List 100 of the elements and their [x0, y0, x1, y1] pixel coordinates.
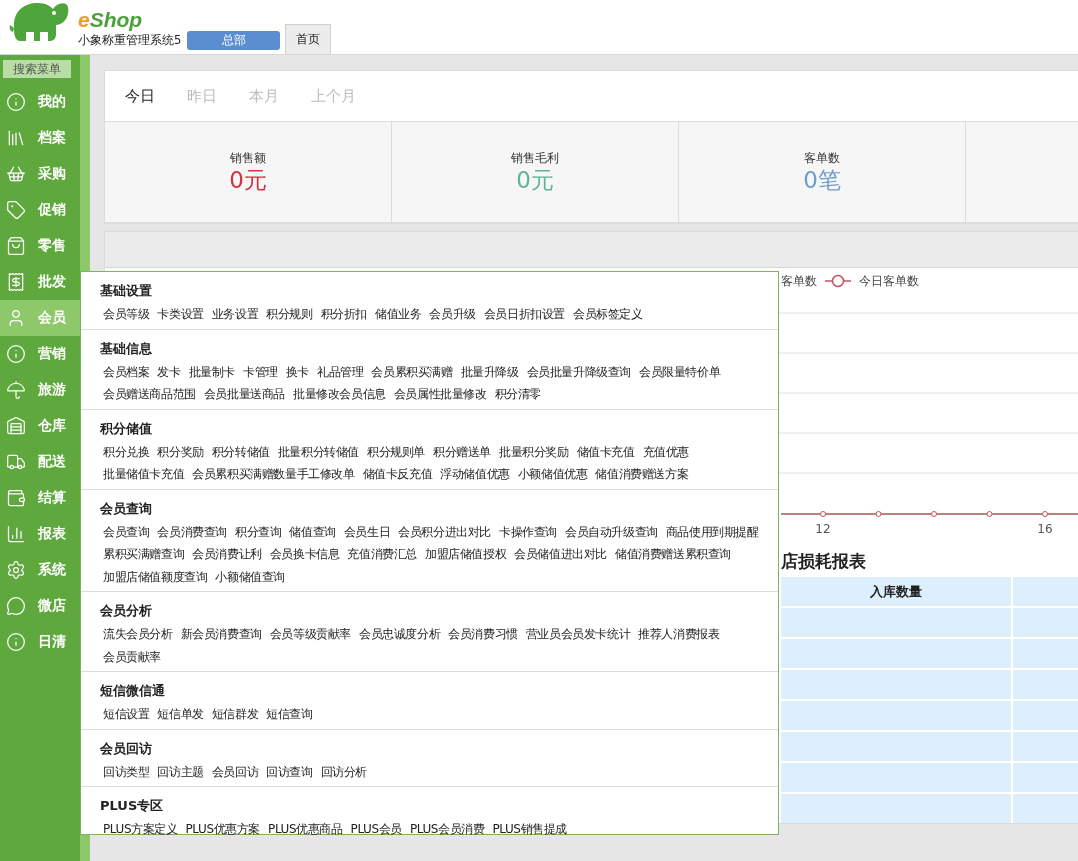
menu-link[interactable]: 会员累积买满赠数量手工修改单 — [192, 463, 355, 486]
menu-link[interactable]: 新会员消费查询 — [180, 623, 262, 646]
menu-link[interactable]: 会员升级 — [429, 303, 476, 326]
menu-link[interactable]: 会员赠送商品范围 — [103, 383, 196, 406]
receipt-icon — [6, 272, 26, 292]
menu-link[interactable]: 会员累积买满赠 — [371, 360, 453, 383]
menu-link[interactable]: 充值优惠 — [642, 440, 690, 463]
axis-label: 16 — [1037, 522, 1053, 536]
menu-link[interactable]: 会员消费让利 — [192, 543, 262, 566]
menu-link[interactable]: 业务设置 — [211, 303, 259, 326]
menu-link[interactable]: 会员积分进出对比 — [398, 520, 492, 543]
info-icon — [6, 632, 26, 652]
menu-link[interactable]: 储值卡充值 — [576, 440, 635, 463]
menu-link[interactable]: PLUS优惠商品 — [268, 818, 343, 841]
search-menu-button[interactable]: 搜索菜单 — [3, 60, 71, 78]
menu-link[interactable]: 短信设置 — [103, 703, 150, 726]
menu-link[interactable]: 营业员会员发卡统计 — [525, 623, 631, 646]
menu-link[interactable]: PLUS方案定义 — [103, 818, 178, 841]
menu-link[interactable]: 加盟店储值额度查询 — [103, 565, 208, 588]
binders-icon — [6, 128, 26, 148]
menu-link[interactable]: 会员自动升级查询 — [565, 520, 658, 543]
menu-link[interactable]: 会员限量特价单 — [639, 360, 721, 383]
menu-link[interactable]: 会员查询 — [103, 520, 150, 543]
menu-link[interactable]: 会员标签定义 — [573, 303, 643, 326]
menu-link[interactable]: 会员等级贡献率 — [269, 623, 351, 646]
menu-link[interactable]: 积分奖励 — [157, 440, 204, 463]
basket-icon — [6, 164, 26, 184]
menu-link[interactable]: 回访类型 — [103, 760, 150, 783]
menu-section-title: 基础设置 — [99, 282, 153, 300]
tag-icon — [6, 200, 26, 220]
menu-link[interactable]: 卡管理 — [243, 360, 278, 383]
menu-link[interactable]: 会员等级 — [103, 303, 150, 326]
menu-link[interactable]: 积分查询 — [235, 520, 282, 543]
menu-link[interactable]: 推荐人消费报表 — [638, 623, 720, 646]
menu-link[interactable]: 批量储值卡充值 — [103, 463, 185, 486]
menu-link[interactable]: 储值查询 — [289, 520, 336, 543]
menu-link[interactable]: 会员批量送商品 — [203, 383, 285, 406]
menu-link[interactable]: 礼品管理 — [317, 360, 364, 383]
menu-link[interactable]: 回访主题 — [157, 760, 204, 783]
menu-link[interactable]: 换卡 — [285, 360, 310, 383]
brand-name: eShop — [78, 8, 144, 32]
menu-link[interactable]: 会员储值进出对比 — [514, 543, 608, 566]
menu-link[interactable]: 会员消费习惯 — [448, 623, 518, 646]
menu-link[interactable]: 短信单发 — [157, 703, 204, 726]
menu-link[interactable]: 批量制卡 — [188, 360, 235, 383]
menu-link[interactable]: 会员贡献率 — [103, 645, 161, 668]
menu-link[interactable]: 会员忠诚度分析 — [359, 623, 441, 646]
menu-link[interactable]: 累积买满赠查询 — [103, 543, 185, 566]
menu-link[interactable]: 积分转储值 — [211, 440, 270, 463]
menu-link[interactable]: PLUS会员消费 — [409, 818, 485, 841]
menu-link[interactable]: PLUS会员 — [350, 818, 402, 841]
menu-link[interactable]: 回访分析 — [320, 760, 368, 783]
legend-label: 今日客单数 — [859, 272, 919, 290]
menu-link[interactable]: 积分折扣 — [320, 303, 368, 326]
menu-link[interactable]: 积分赠送单 — [433, 440, 492, 463]
menu-link[interactable]: 会员生日 — [343, 520, 391, 543]
menu-link[interactable]: 储值卡反充值 — [362, 463, 433, 486]
menu-link[interactable]: 批量积分奖励 — [499, 440, 569, 463]
menu-link[interactable]: 商品使用到期提醒 — [665, 520, 759, 543]
menu-link[interactable]: 发卡 — [157, 360, 181, 383]
menu-link[interactable]: 浮动储值优惠 — [440, 463, 510, 486]
legend-label: 客单数 — [781, 272, 817, 290]
menu-link[interactable]: 会员消费查询 — [157, 520, 227, 543]
menu-link[interactable]: 短信查询 — [266, 703, 313, 726]
menu-link[interactable]: 积分规则单 — [367, 440, 426, 463]
menu-link[interactable]: 储值业务 — [375, 303, 422, 326]
menu-link[interactable]: 会员换卡信息 — [269, 543, 340, 566]
menu-link[interactable]: 短信群发 — [211, 703, 259, 726]
menu-link[interactable]: 批量积分转储值 — [277, 440, 360, 463]
menu-link[interactable]: 卡操作查询 — [499, 520, 558, 543]
menu-link[interactable]: 批量修改会员信息 — [293, 383, 386, 406]
menu-link[interactable]: 加盟店储值授权 — [425, 543, 507, 566]
bar-chart-icon — [6, 524, 26, 544]
menu-link[interactable]: 积分兑换 — [103, 440, 150, 463]
menu-link[interactable]: 批量升降级 — [460, 360, 519, 383]
menu-link[interactable]: 储值消费赠送方案 — [595, 463, 689, 486]
menu-link[interactable]: 小额储值查询 — [215, 565, 285, 588]
page-tab[interactable]: 首页 — [285, 24, 332, 54]
menu-link[interactable]: 回访查询 — [266, 760, 313, 783]
menu-link[interactable]: PLUS优惠方案 — [185, 818, 261, 841]
menu-link[interactable]: 会员批量升降级查询 — [526, 360, 632, 383]
menu-link[interactable]: 会员回访 — [211, 760, 259, 783]
legend-marker-icon — [825, 274, 851, 288]
stat-label: 客单数 — [804, 150, 840, 166]
menu-link[interactable]: 会员属性批量修改 — [393, 383, 487, 406]
truck-icon — [6, 452, 26, 472]
menu-link[interactable]: 积分清零 — [494, 383, 542, 406]
menu-link[interactable]: 会员档案 — [103, 360, 150, 383]
menu-link[interactable]: PLUS销售提成 — [492, 818, 567, 841]
menu-link[interactable]: 储值消费赠送累积查询 — [615, 543, 732, 566]
info-icon — [6, 92, 26, 112]
menu-link[interactable]: 小额储值优惠 — [517, 463, 588, 486]
menu-link[interactable]: 卡类设置 — [157, 303, 204, 326]
period-tab[interactable]: 今日 — [125, 86, 187, 106]
menu-section-title: 会员查询 — [99, 499, 153, 518]
menu-link[interactable]: 流失会员分析 — [103, 623, 173, 646]
menu-link[interactable]: 积分规则 — [266, 303, 313, 326]
menu-link[interactable]: 充值消费汇总 — [347, 543, 418, 566]
menu-link[interactable]: 会员日折扣设置 — [483, 303, 566, 326]
menu-section-title: 会员分析 — [99, 602, 153, 620]
